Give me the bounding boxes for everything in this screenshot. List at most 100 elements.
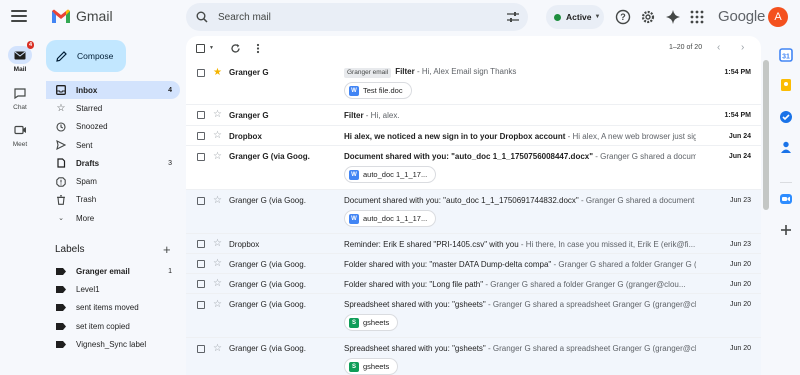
label-name: sent items moved [76, 303, 139, 313]
more-vert-icon[interactable] [256, 43, 260, 54]
label-item-granger-email[interactable]: Granger email 1 [46, 262, 180, 280]
row-checkbox[interactable] [197, 260, 205, 268]
rail-item-mail[interactable]: 4 Mail [0, 41, 40, 73]
select-dropdown-icon[interactable]: ▼ [209, 45, 214, 51]
email-row[interactable]: ☆ Granger G (via Goog. Folder shared wit… [186, 274, 761, 294]
avatar[interactable]: A [768, 7, 788, 27]
nav-item-inbox[interactable]: Inbox 4 [46, 81, 180, 100]
add-label-icon[interactable]: + [163, 242, 171, 257]
apps-grid-icon[interactable] [689, 9, 705, 25]
email-row[interactable]: ☆ Granger G Filter - Hi, alex. 1:54 PM [186, 105, 761, 126]
settings-gear-icon[interactable] [640, 9, 656, 25]
nav-item-drafts[interactable]: Drafts 3 [46, 154, 180, 172]
attachment-chip[interactable]: Sgsheets [344, 358, 399, 375]
attachment-chip[interactable]: Wauto_doc 1_1_17... [344, 166, 437, 183]
row-checkbox[interactable] [197, 69, 205, 77]
nav-item-starred[interactable]: ☆ Starred [46, 99, 180, 117]
scrollbar-thumb[interactable] [763, 60, 769, 210]
label-name: set item copied [76, 321, 130, 331]
list-scrollbar[interactable] [762, 60, 770, 375]
star-icon[interactable]: ☆ [213, 300, 222, 310]
email-content: Spreadsheet shared with you: "gsheets" -… [344, 300, 696, 309]
google-logo[interactable]: Google [718, 8, 765, 25]
row-checkbox[interactable] [197, 132, 205, 140]
star-icon[interactable]: ☆ [213, 279, 222, 289]
star-icon[interactable]: ☆ [213, 152, 222, 162]
help-icon[interactable]: ? [615, 9, 631, 25]
calendar-icon[interactable]: 31 [779, 48, 793, 62]
contacts-icon[interactable] [779, 140, 793, 154]
row-checkbox[interactable] [197, 111, 205, 119]
search-options-icon[interactable] [506, 11, 520, 23]
email-row[interactable]: ☆ Granger G (via Goog. Spreadsheet share… [186, 294, 761, 338]
email-row[interactable]: ★ Granger G Granger email Filter - Hi, Al… [186, 61, 761, 105]
email-snippet: - Hi alex, A new web browser just signed… [567, 132, 696, 141]
star-icon[interactable]: ☆ [213, 196, 222, 206]
chevron-down-icon: ⌄ [58, 215, 64, 223]
row-checkbox[interactable] [197, 280, 205, 288]
row-checkbox[interactable] [197, 240, 205, 248]
nav-label: Drafts [76, 158, 100, 168]
sheets-icon: S [349, 317, 359, 328]
email-sender: Granger G (via Goog. [229, 300, 306, 309]
refresh-icon[interactable] [230, 43, 241, 54]
search-bar[interactable] [186, 3, 528, 31]
search-icon[interactable] [196, 11, 208, 23]
tasks-icon[interactable] [779, 110, 793, 124]
star-icon[interactable]: ☆ [213, 259, 222, 269]
chevron-left-icon[interactable]: ‹ [717, 42, 720, 53]
zoom-icon[interactable] [779, 192, 793, 206]
attachment-chip[interactable]: W Test file.doc [344, 82, 412, 99]
nav-item-snoozed[interactable]: Snoozed [46, 118, 180, 136]
email-row[interactable]: ☆ Dropbox Hi alex, we noticed a new sign… [186, 126, 761, 146]
star-icon[interactable]: ☆ [213, 344, 222, 354]
nav-item-more[interactable]: ⌄ More [46, 209, 180, 227]
gmail-logo[interactable]: Gmail [51, 8, 113, 24]
star-icon[interactable]: ☆ [213, 110, 222, 120]
divider [780, 182, 792, 183]
email-date: Jun 24 [728, 153, 751, 160]
email-row[interactable]: ☆ Dropbox Reminder: Erik E shared "PRI-1… [186, 234, 761, 254]
email-snippet: - Granger G shared a folder Granger G (g… [553, 260, 696, 269]
nav-item-sent[interactable]: Sent [46, 136, 180, 154]
row-checkbox[interactable] [197, 153, 205, 161]
search-input[interactable] [218, 11, 478, 23]
email-row[interactable]: ☆ Granger G (via Goog. Spreadsheet share… [186, 338, 761, 375]
label-item-vignesh-sync[interactable]: Vignesh_Sync label [46, 335, 180, 353]
email-row[interactable]: ☆ Granger G (via Goog. Folder shared wit… [186, 254, 761, 274]
rail-item-meet[interactable]: Meet [0, 121, 40, 148]
label-item-set-item-copied[interactable]: set item copied [46, 317, 180, 335]
status-selector[interactable]: Active ▼ [546, 5, 604, 29]
star-icon[interactable]: ☆ [213, 239, 222, 249]
select-all-checkbox[interactable] [196, 44, 205, 53]
row-checkbox[interactable] [197, 301, 205, 309]
email-subject: Spreadsheet shared with you: "gsheets" [344, 344, 486, 353]
main-menu-icon[interactable] [11, 10, 27, 24]
star-icon[interactable]: ★ [213, 68, 222, 78]
keep-icon[interactable] [779, 78, 793, 92]
label-item-level1[interactable]: Level1 [46, 280, 180, 298]
svg-text:?: ? [620, 12, 626, 22]
email-row[interactable]: ☆ Granger G (via Goog. Document shared w… [186, 146, 761, 190]
compose-button[interactable]: Compose [46, 40, 126, 72]
add-addon-icon[interactable] [779, 223, 793, 237]
row-checkbox[interactable] [197, 197, 205, 205]
row-checkbox[interactable] [197, 345, 205, 353]
star-icon[interactable]: ☆ [213, 131, 222, 141]
attachment-chip[interactable]: Sgsheets [344, 314, 399, 331]
rail-label-meet: Meet [12, 141, 28, 148]
nav-item-spam[interactable]: Spam [46, 172, 180, 190]
right-side-panel: 31 [772, 36, 800, 375]
chevron-right-icon[interactable]: › [741, 42, 744, 53]
attachment-chip[interactable]: Wauto_doc 1_1_17... [344, 210, 437, 227]
nav-label: More [76, 213, 95, 223]
email-content: Folder shared with you: "Long file path"… [344, 280, 696, 289]
rail-item-chat[interactable]: Chat [0, 84, 40, 111]
star-icon: ☆ [56, 102, 66, 114]
email-snippet: - Hi, Alex Email sign Thanks [414, 67, 517, 76]
email-row[interactable]: ☆ Granger G (via Goog. Document shared w… [186, 190, 761, 234]
email-content: Spreadsheet shared with you: "gsheets" -… [344, 344, 696, 353]
gemini-sparkle-icon[interactable] [665, 9, 681, 25]
nav-item-trash[interactable]: Trash [46, 191, 180, 209]
label-item-sent-items-moved[interactable]: sent items moved [46, 299, 180, 317]
